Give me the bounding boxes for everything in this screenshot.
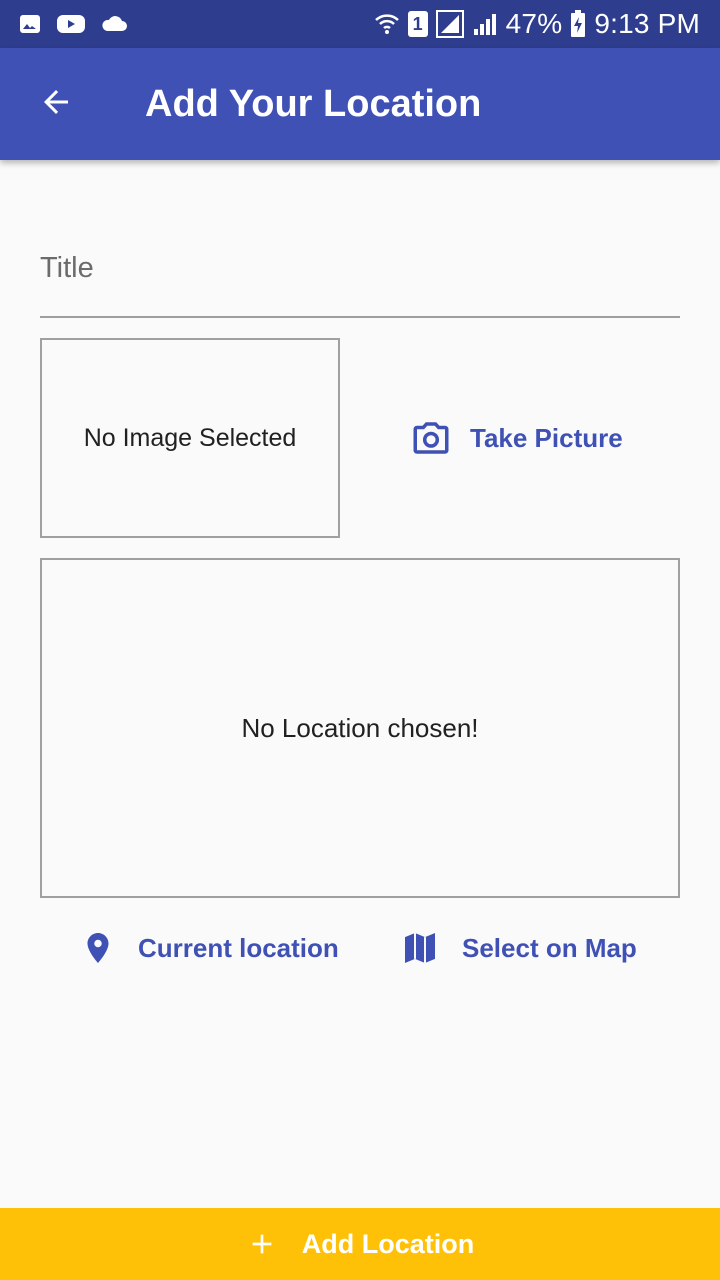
system-status: 1 47% 9:13 PM xyxy=(366,8,700,40)
current-location-label: Current location xyxy=(138,932,339,963)
signal-icon xyxy=(472,11,498,37)
battery-charging-icon xyxy=(570,10,586,38)
current-location-button[interactable]: Current location xyxy=(72,916,347,980)
image-preview: No Image Selected xyxy=(40,338,340,538)
status-bar: 1 47% 9:13 PM xyxy=(0,0,720,48)
select-on-map-label: Select on Map xyxy=(462,932,637,963)
location-preview: No Location chosen! xyxy=(40,558,680,898)
sim-slot-badge: 1 xyxy=(407,11,428,37)
signal-icon xyxy=(435,10,464,38)
cloud-icon xyxy=(100,12,128,36)
battery-percentage: 47% xyxy=(505,8,563,39)
location-preview-text: No Location chosen! xyxy=(241,712,479,743)
take-picture-button[interactable]: Take Picture xyxy=(400,406,633,470)
status-time: 9:13 PM xyxy=(594,8,700,39)
camera-icon xyxy=(410,417,452,459)
app-bar: Add Your Location xyxy=(0,48,720,160)
back-button[interactable] xyxy=(28,76,84,132)
plus-icon xyxy=(246,1228,278,1260)
arrow-back-icon xyxy=(38,84,74,125)
wifi-icon xyxy=(374,11,400,37)
youtube-icon xyxy=(56,12,86,36)
notification-icons xyxy=(18,12,142,36)
select-on-map-button[interactable]: Select on Map xyxy=(392,916,645,980)
map-icon xyxy=(400,928,440,968)
image-preview-text: No Image Selected xyxy=(83,423,297,452)
gallery-icon xyxy=(18,12,42,36)
sim-icon: 1 xyxy=(407,11,428,37)
location-pin-icon xyxy=(80,927,116,969)
page-title: Add Your Location xyxy=(145,83,482,125)
title-input[interactable] xyxy=(40,220,680,318)
title-field xyxy=(40,220,680,320)
add-location-label: Add Location xyxy=(301,1228,475,1259)
add-location-button[interactable]: Add Location xyxy=(0,1208,720,1280)
take-picture-label: Take Picture xyxy=(470,422,623,453)
